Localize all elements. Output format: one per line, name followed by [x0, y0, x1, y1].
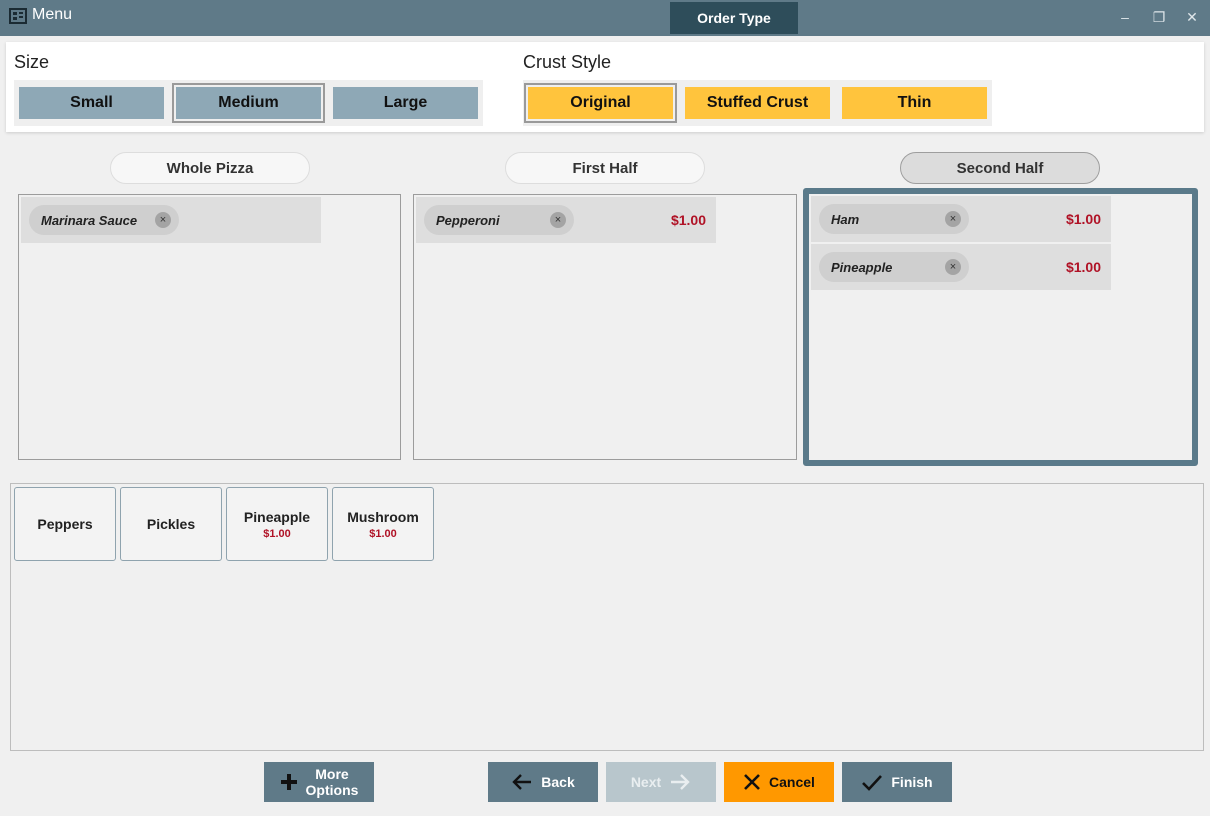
- back-label: Back: [541, 774, 575, 790]
- finish-label: Finish: [891, 774, 933, 790]
- remove-icon[interactable]: ×: [945, 211, 961, 227]
- more-options-line2: Options: [305, 782, 359, 798]
- available-toppings-grid: Peppers Pickles Pineapple $1.00 Mushroom…: [10, 483, 1204, 751]
- second-half-panel[interactable]: Ham × $1.00 Pineapple × $1.00: [803, 188, 1198, 466]
- finish-button[interactable]: Finish: [842, 762, 952, 802]
- next-label: Next: [630, 774, 662, 790]
- crust-button-group: Original Stuffed Crust Thin: [523, 80, 992, 126]
- topping-name: Pepperoni: [436, 213, 500, 228]
- topping-tile-pineapple[interactable]: Pineapple $1.00: [226, 487, 328, 561]
- size-small-button[interactable]: Small: [19, 87, 164, 119]
- tile-price: $1.00: [263, 527, 291, 540]
- topping-price: $1.00: [1065, 211, 1101, 227]
- remove-icon[interactable]: ×: [550, 212, 566, 228]
- cancel-button[interactable]: Cancel: [724, 762, 834, 802]
- tile-name: Pineapple: [243, 508, 311, 525]
- x-icon: [744, 774, 760, 790]
- topping-chip[interactable]: Ham ×: [819, 204, 969, 234]
- title-bar: Menu Order Type – ❐ ✕: [0, 0, 1210, 36]
- topping-row[interactable]: Marinara Sauce ×: [21, 197, 321, 243]
- second-half-tab[interactable]: Second Half: [900, 152, 1100, 184]
- crust-thin-button[interactable]: Thin: [842, 87, 987, 119]
- tile-price: $1.00: [369, 527, 397, 540]
- topping-row[interactable]: Pineapple × $1.00: [811, 244, 1111, 290]
- topping-price: $1.00: [670, 212, 706, 228]
- cancel-label: Cancel: [769, 774, 815, 790]
- tile-name: Pickles: [146, 516, 196, 532]
- checkmark-icon: [862, 775, 883, 791]
- size-medium-button[interactable]: Medium: [172, 83, 325, 123]
- arrow-left-icon: [512, 774, 532, 790]
- order-type-button[interactable]: Order Type: [670, 2, 798, 34]
- menu-app-icon: [9, 8, 27, 24]
- topping-name: Ham: [831, 212, 860, 227]
- crust-stuffed-button[interactable]: Stuffed Crust: [685, 87, 830, 119]
- size-large-button[interactable]: Large: [333, 87, 478, 119]
- tile-name: Mushroom: [347, 508, 419, 525]
- topping-price: $1.00: [1065, 259, 1101, 275]
- back-button[interactable]: Back: [488, 762, 598, 802]
- topping-chip[interactable]: Marinara Sauce ×: [29, 205, 179, 235]
- topping-row[interactable]: Pepperoni × $1.00: [416, 197, 716, 243]
- pizza-options-panel: Size Small Medium Large Crust Style Orig…: [6, 42, 1204, 132]
- topping-tile-peppers[interactable]: Peppers: [14, 487, 116, 561]
- whole-pizza-panel[interactable]: Marinara Sauce ×: [18, 194, 401, 460]
- restore-button[interactable]: ❐: [1148, 6, 1170, 28]
- topping-name: Pineapple: [831, 260, 893, 275]
- remove-icon[interactable]: ×: [945, 259, 961, 275]
- plus-icon: [280, 774, 297, 790]
- topping-chip[interactable]: Pepperoni ×: [424, 205, 574, 235]
- crust-style-label: Crust Style: [523, 52, 612, 72]
- remove-icon[interactable]: ×: [155, 212, 171, 228]
- crust-original-button[interactable]: Original: [524, 83, 677, 123]
- minimize-button[interactable]: –: [1114, 6, 1136, 28]
- window-title: Menu: [32, 6, 73, 23]
- first-half-tab[interactable]: First Half: [505, 152, 705, 184]
- next-button[interactable]: Next: [606, 762, 716, 802]
- arrow-right-icon: [671, 774, 690, 790]
- size-label: Size: [14, 52, 50, 72]
- whole-pizza-tab[interactable]: Whole Pizza: [110, 152, 310, 184]
- first-half-panel[interactable]: Pepperoni × $1.00: [413, 194, 797, 460]
- size-button-group: Small Medium Large: [14, 80, 483, 126]
- more-options-line1: More: [315, 766, 349, 782]
- topping-tile-pickles[interactable]: Pickles: [120, 487, 222, 561]
- topping-name: Marinara Sauce: [41, 213, 138, 228]
- more-options-label: More Options: [306, 766, 359, 798]
- close-button[interactable]: ✕: [1181, 6, 1203, 28]
- tile-name: Peppers: [37, 516, 93, 532]
- topping-tile-mushroom[interactable]: Mushroom $1.00: [332, 487, 434, 561]
- topping-row[interactable]: Ham × $1.00: [811, 196, 1111, 242]
- topping-chip[interactable]: Pineapple ×: [819, 252, 969, 282]
- more-options-button[interactable]: More Options: [264, 762, 374, 802]
